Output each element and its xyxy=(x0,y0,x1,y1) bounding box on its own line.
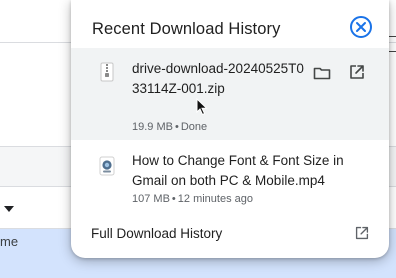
popup-title: Recent Download History xyxy=(92,20,281,38)
footer-label[interactable]: Full Download History xyxy=(91,226,222,241)
download-status: Done xyxy=(180,121,208,133)
download-item[interactable]: How to Change Font & Font Size in Gmail … xyxy=(71,142,389,210)
meta-separator: • xyxy=(171,193,176,205)
open-external-icon[interactable] xyxy=(347,62,367,82)
video-file-icon xyxy=(99,156,115,176)
mouse-cursor-icon xyxy=(196,98,208,116)
file-size: 19.9 MB xyxy=(132,121,173,133)
download-file-name[interactable]: How to Change Font & Font Size in Gmail … xyxy=(132,151,372,191)
zip-file-icon xyxy=(100,62,114,82)
open-external-icon[interactable] xyxy=(353,224,371,242)
background-text: me xyxy=(0,234,19,249)
folder-icon[interactable] xyxy=(312,63,332,83)
close-icon[interactable] xyxy=(349,15,373,39)
download-meta: 19.9 MB • Done xyxy=(132,121,207,133)
dropdown-caret-icon[interactable] xyxy=(4,206,14,212)
download-meta: 107 MB • 12 minutes ago xyxy=(132,193,253,205)
download-history-popup: Recent Download History drive-download-2… xyxy=(71,0,389,258)
download-file-name[interactable]: drive-download-20240525T033114Z-001.zip xyxy=(132,59,310,99)
meta-separator: • xyxy=(174,121,179,133)
download-status: 12 minutes ago xyxy=(177,193,253,205)
download-item[interactable]: drive-download-20240525T033114Z-001.zip … xyxy=(71,48,389,140)
file-size: 107 MB xyxy=(132,193,170,205)
full-download-history-link[interactable]: Full Download History xyxy=(71,216,389,252)
